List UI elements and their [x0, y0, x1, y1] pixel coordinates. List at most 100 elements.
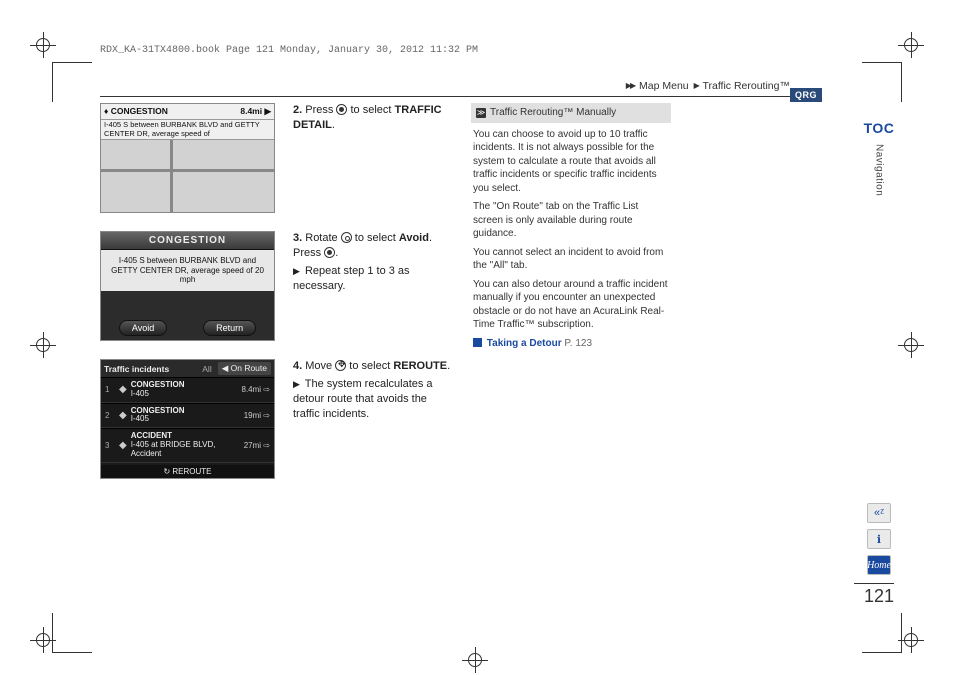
reg-mark-icon: [28, 330, 58, 360]
shot1-banner-right: 8.4mi ▶: [240, 106, 271, 117]
row-road: I-405 at BRIDGE BLVD, Accident: [131, 440, 216, 458]
right-rail-bottom: «ᶻ ℹ Home: [864, 503, 894, 575]
info-icon: ℹ: [877, 533, 881, 546]
step-num: 2.: [293, 104, 302, 116]
move-joystick-icon: [335, 360, 346, 371]
reg-mark-icon: [460, 645, 490, 675]
toc-link[interactable]: TOC: [864, 120, 895, 136]
step-3: 3. Rotate to select Avoid. Press . ▶ Rep…: [293, 231, 453, 341]
step-text: to select: [349, 360, 393, 372]
sidebar-column: ≫ Traffic Rerouting™ Manually You can ch…: [471, 103, 671, 479]
row-road: I-405: [131, 389, 149, 398]
crop-corner-icon: [862, 62, 902, 102]
print-header: RDX_KA-31TX4800.book Page 121 Monday, Ja…: [100, 45, 478, 56]
right-rail: TOC Navigation: [864, 120, 894, 196]
row-label: CONGESTION: [131, 380, 185, 389]
congestion-dialog-screenshot: CONGESTION I-405 S between BURBANK BLVD …: [100, 231, 275, 341]
sidebar-link-line: Taking a Detour P. 123: [473, 337, 669, 351]
row-num: 1: [105, 385, 115, 394]
step-target: Avoid: [399, 232, 429, 244]
row-label: CONGESTION: [131, 406, 185, 415]
press-knob-icon: [336, 104, 347, 115]
section-label: Navigation: [874, 144, 885, 196]
voice-icon: «ᶻ: [874, 507, 884, 519]
triangle-icon: ▶: [293, 379, 300, 389]
breadcrumb-l1: Map Menu: [639, 80, 689, 92]
incident-row: 2 ◆ CONGESTIONI-405 19mi ⇨: [101, 403, 274, 429]
page-number: 121: [854, 583, 894, 607]
taking-a-detour-link[interactable]: Taking a Detour: [487, 338, 562, 349]
page-content: ▶▶ Map Menu ▶ Traffic Rerouting™ QRG ♦ C…: [100, 80, 820, 600]
step-num: 4.: [293, 360, 302, 372]
step-target: REROUTE: [393, 360, 447, 372]
incident-row: 3 ◆ ACCIDENTI-405 at BRIDGE BLVD, Accide…: [101, 428, 274, 462]
sidebar-para: The "On Route" tab on the Traffic List s…: [473, 200, 669, 241]
sidebar-para: You can also detour around a traffic inc…: [473, 278, 669, 332]
map-congestion-screenshot: ♦ CONGESTION 8.4mi ▶ I-405 S between BUR…: [100, 103, 275, 213]
voice-command-button[interactable]: «ᶻ: [867, 503, 891, 523]
steps-column: 2. Press to select TRAFFIC DETAIL. 3. Ro…: [293, 103, 453, 479]
reg-mark-icon: [896, 330, 926, 360]
breadcrumb: ▶▶ Map Menu ▶ Traffic Rerouting™: [100, 80, 820, 92]
qrg-tab[interactable]: QRG: [790, 88, 822, 102]
chevron-icon: ▶: [694, 81, 698, 90]
warning-icon: ◆: [119, 410, 127, 421]
home-button[interactable]: Home: [867, 555, 891, 575]
rotate-knob-icon: [341, 232, 352, 243]
step-sub: The system recalculates a detour route t…: [293, 378, 433, 420]
row-dist: 19mi ⇨: [244, 411, 270, 420]
map-graphic: [101, 140, 274, 212]
shot2-body: I-405 S between BURBANK BLVD and GETTY C…: [101, 250, 274, 291]
shot3-title: Traffic incidents: [104, 364, 169, 374]
step-text: .: [332, 119, 335, 131]
tab-all: All: [202, 364, 211, 374]
step-text: Move: [305, 360, 335, 372]
reg-mark-icon: [28, 30, 58, 60]
sidebar-heading-text: Traffic Rerouting™ Manually: [490, 106, 616, 120]
traffic-incidents-screenshot: Traffic incidents All ◀ On Route 1 ◆ CON…: [100, 359, 275, 479]
step-2: 2. Press to select TRAFFIC DETAIL.: [293, 103, 453, 213]
crop-corner-icon: [52, 62, 92, 102]
shot1-banner-left: ♦ CONGESTION: [104, 106, 168, 117]
crop-corner-icon: [862, 613, 902, 653]
return-button: Return: [203, 320, 256, 336]
tab-on-route: ◀ On Route: [218, 362, 271, 375]
divider: [100, 96, 820, 97]
row-num: 2: [105, 411, 115, 420]
reroute-footer: REROUTE: [101, 465, 274, 478]
step-text: Rotate: [305, 232, 340, 244]
row-road: I-405: [131, 414, 149, 423]
sidebar-para: You cannot select an incident to avoid f…: [473, 246, 669, 273]
sidebar-heading: ≫ Traffic Rerouting™ Manually: [471, 103, 671, 123]
breadcrumb-l2: Traffic Rerouting™: [702, 80, 790, 92]
step-text: to select: [351, 104, 395, 116]
triangle-icon: ▶: [293, 266, 300, 276]
step-text: to select: [355, 232, 399, 244]
incident-row: 1 ◆ CONGESTIONI-405 8.4mi ⇨: [101, 377, 274, 403]
warning-icon: ◆: [119, 384, 127, 395]
step-text: .: [335, 247, 338, 259]
warning-icon: ◆: [119, 440, 127, 451]
step-text: .: [447, 360, 450, 372]
chevron-icon: ▶▶: [626, 81, 634, 90]
row-label: ACCIDENT: [131, 431, 172, 440]
link-page-ref: P. 123: [564, 338, 592, 349]
step-num: 3.: [293, 232, 302, 244]
avoid-button: Avoid: [119, 320, 167, 336]
row-dist: 27mi ⇨: [244, 441, 270, 450]
shot2-title: CONGESTION: [101, 232, 274, 250]
sidebar-para: You can choose to avoid up to 10 traffic…: [473, 128, 669, 196]
row-num: 3: [105, 441, 115, 450]
press-knob-icon: [324, 247, 335, 258]
step-sub: Repeat step 1 to 3 as necessary.: [293, 265, 410, 292]
info-square-icon: ≫: [476, 108, 486, 118]
link-square-icon: [473, 338, 482, 347]
shot1-desc: I-405 S between BURBANK BLVD and GETTY C…: [101, 120, 274, 140]
row-dist: 8.4mi ⇨: [242, 385, 271, 394]
step-4: 4. Move to select REROUTE. ▶ The system …: [293, 359, 453, 421]
reg-mark-icon: [896, 30, 926, 60]
step-text: Press: [305, 104, 336, 116]
screenshots-column: ♦ CONGESTION 8.4mi ▶ I-405 S between BUR…: [100, 103, 275, 479]
info-button[interactable]: ℹ: [867, 529, 891, 549]
crop-corner-icon: [52, 613, 92, 653]
